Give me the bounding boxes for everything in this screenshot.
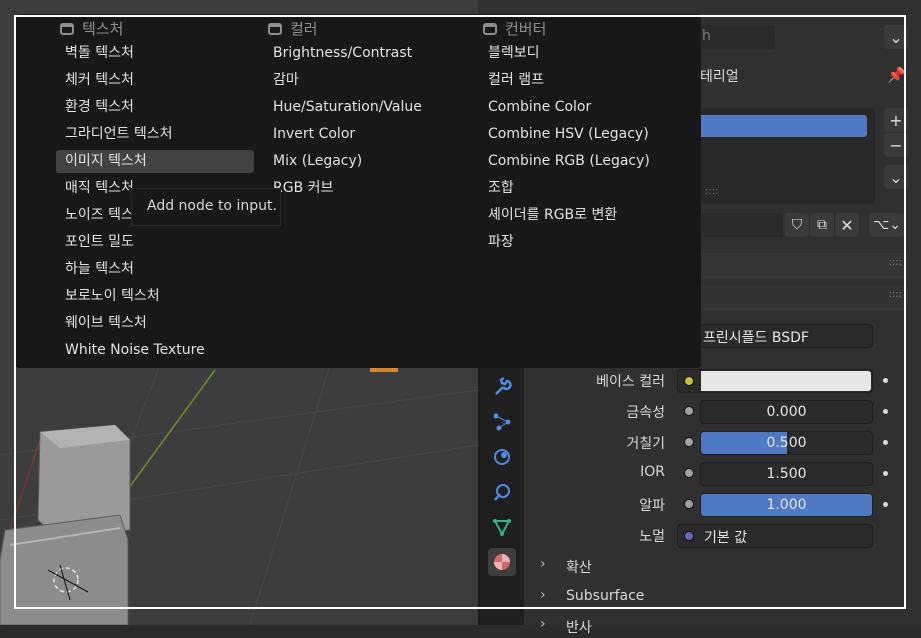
chevron-right-icon: › [540, 616, 546, 632]
panel-reflection-label: 반사 [566, 620, 592, 636]
selection-frame [14, 15, 906, 609]
